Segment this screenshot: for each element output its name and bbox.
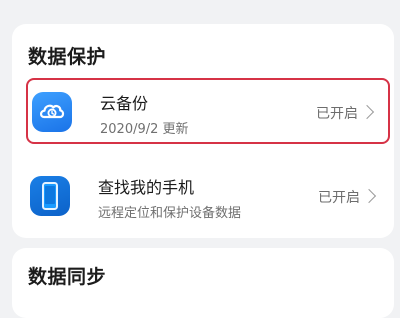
find-my-phone-row[interactable]: 查找我的手机 远程定位和保护设备数据 已开启 — [26, 164, 390, 230]
chevron-right-icon — [361, 188, 377, 204]
section-title-data-sync: 数据同步 — [28, 266, 107, 288]
data-sync-card: 数据同步 — [12, 248, 394, 318]
phone-icon — [30, 176, 70, 216]
data-protection-card: 数据保护 云备份 2020/9/2 更新 已开启 查找我的手机 远程定位和保护设… — [12, 24, 394, 238]
cloud-backup-subtitle: 2020/9/2 更新 — [100, 122, 189, 137]
find-my-phone-status: 已开启 — [318, 190, 360, 206]
cloud-backup-status: 已开启 — [316, 106, 358, 122]
find-my-phone-title: 查找我的手机 — [98, 178, 195, 197]
cloud-backup-icon — [32, 92, 72, 132]
section-title-data-protection: 数据保护 — [28, 46, 107, 68]
chevron-right-icon — [359, 104, 375, 120]
cloud-backup-row[interactable]: 云备份 2020/9/2 更新 已开启 — [26, 78, 390, 144]
cloud-backup-title: 云备份 — [100, 94, 149, 113]
find-my-phone-subtitle: 远程定位和保护设备数据 — [98, 206, 242, 221]
